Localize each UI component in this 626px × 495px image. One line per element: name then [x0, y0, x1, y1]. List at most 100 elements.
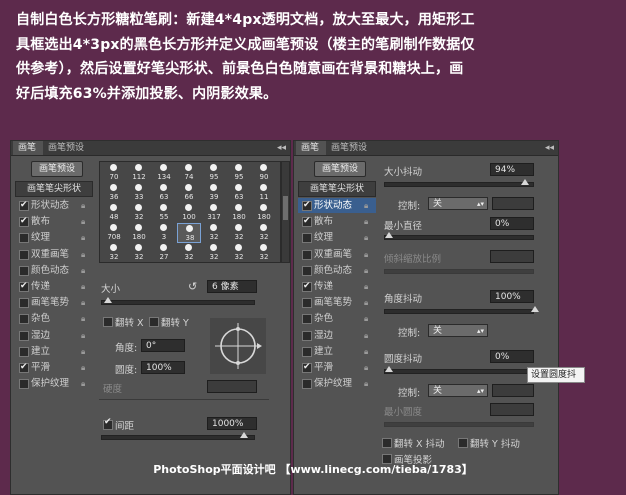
brush-tip-grid[interactable]: 70 112 134 74 95 95 90 36 33 63 66 39 63 11 48 32 55 100 3… [99, 161, 281, 263]
brush-option-item[interactable]: 双重画笔 🔒︎ [15, 247, 93, 262]
tab-brush-presets[interactable]: 画笔预设 [326, 141, 378, 155]
brush-tip-cell[interactable]: 32 [127, 203, 151, 223]
lock-icon[interactable]: 🔒︎ [81, 295, 85, 310]
lock-icon[interactable]: 🔒︎ [364, 279, 368, 294]
option-checkbox[interactable] [19, 233, 29, 244]
scroll-thumb[interactable] [283, 196, 288, 220]
lock-icon[interactable]: 🔒︎ [81, 311, 85, 326]
min-diameter-slider[interactable] [384, 232, 534, 240]
flip-y-jitter-checkbox[interactable] [458, 438, 468, 448]
option-checkbox[interactable] [19, 314, 29, 325]
option-checkbox[interactable]: ✔ [19, 281, 29, 292]
option-checkbox[interactable]: ✔ [302, 216, 312, 228]
lock-icon[interactable]: 🔒︎ [81, 230, 85, 245]
brush-tip-cell[interactable]: 32 [177, 243, 201, 262]
control-dropdown[interactable]: 关 ▴▾ [428, 324, 488, 337]
lock-icon[interactable]: 🔒︎ [364, 230, 368, 245]
brush-option-item[interactable]: 建立 🔒︎ [298, 344, 376, 359]
option-checkbox[interactable] [302, 330, 312, 341]
lock-icon[interactable]: 🔒︎ [81, 344, 85, 359]
brush-option-item[interactable]: 湿边 🔒︎ [15, 328, 93, 343]
spacing-field[interactable]: 1000% [207, 417, 257, 430]
option-checkbox[interactable] [302, 346, 312, 357]
brush-tip-cell[interactable]: 70 [102, 163, 126, 183]
brush-tip-cell[interactable]: 32 [202, 243, 226, 262]
size-jitter-slider[interactable] [384, 179, 534, 187]
roundness-jitter-field[interactable]: 0% [490, 350, 534, 363]
brush-tip-cell[interactable]: 32 [127, 243, 151, 262]
option-checkbox[interactable] [302, 233, 312, 244]
spacing-checkbox[interactable]: ✔ [103, 417, 113, 430]
brush-tip-cell[interactable]: 95 [227, 163, 251, 183]
brush-option-item[interactable]: ✔ 传递 🔒︎ [15, 279, 93, 294]
lock-icon[interactable]: 🔒︎ [364, 376, 368, 391]
size-jitter-field[interactable]: 94% [490, 163, 534, 176]
brush-option-item[interactable]: ✔ 散布 🔒︎ [15, 214, 93, 229]
brush-tip-cell[interactable]: 38 [177, 223, 201, 243]
option-checkbox[interactable] [302, 298, 312, 309]
brush-tip-cell[interactable]: 11 [252, 183, 276, 203]
lock-icon[interactable]: 🔒︎ [81, 279, 85, 294]
lock-icon[interactable]: 🔒︎ [364, 214, 368, 229]
tab-brush-presets[interactable]: 画笔预设 [43, 141, 95, 155]
lock-icon[interactable]: 🔒︎ [364, 311, 368, 326]
brush-option-item[interactable]: 双重画笔 🔒︎ [298, 247, 376, 262]
option-checkbox[interactable]: ✔ [19, 362, 29, 373]
brush-option-item[interactable]: ✔ 形状动态 🔒︎ [298, 198, 376, 213]
brush-option-item[interactable]: 保护纹理 🔒︎ [298, 376, 376, 391]
lock-icon[interactable]: 🔒︎ [364, 198, 368, 213]
brush-tip-cell[interactable]: 112 [127, 163, 151, 183]
roundness-field[interactable]: 100% [141, 361, 185, 374]
brush-tip-cell[interactable]: 63 [227, 183, 251, 203]
option-checkbox[interactable] [19, 298, 29, 309]
brush-tip-cell[interactable]: 317 [202, 203, 226, 223]
size-field[interactable]: 6 像素 [207, 280, 257, 293]
collapse-icon[interactable]: ◂◂ [277, 141, 286, 155]
brush-tip-cell[interactable]: 36 [102, 183, 126, 203]
brush-tip-cell[interactable]: 55 [152, 203, 176, 223]
brush-option-item[interactable]: ✔ 传递 🔒︎ [298, 279, 376, 294]
lock-icon[interactable]: 🔒︎ [81, 328, 85, 343]
lock-icon[interactable]: 🔒︎ [364, 328, 368, 343]
flip-x-jitter-checkbox[interactable] [382, 438, 392, 448]
brush-tip-cell[interactable]: 32 [102, 243, 126, 262]
tab-brush[interactable]: 画笔 [13, 141, 43, 155]
lock-icon[interactable]: 🔒︎ [364, 360, 368, 375]
brush-angle-preview[interactable] [210, 318, 266, 374]
lock-icon[interactable]: 🔒︎ [364, 344, 368, 359]
brush-option-item[interactable]: 颜色动态 🔒︎ [298, 263, 376, 278]
angle-field[interactable]: 0° [141, 339, 185, 352]
option-checkbox[interactable] [19, 330, 29, 341]
brush-tip-cell[interactable]: 90 [252, 163, 276, 183]
option-checkbox[interactable]: ✔ [19, 216, 29, 228]
brush-option-item[interactable]: 颜色动态 🔒︎ [15, 263, 93, 278]
lock-icon[interactable]: 🔒︎ [81, 198, 85, 213]
brush-tip-cell[interactable]: 27 [152, 243, 176, 262]
brush-tip-cell[interactable]: 180 [252, 203, 276, 223]
brush-option-item[interactable]: ✔ 平滑 🔒︎ [15, 360, 93, 375]
slider-knob[interactable] [385, 232, 393, 238]
brush-tip-cell[interactable]: 66 [177, 183, 201, 203]
option-checkbox[interactable] [302, 379, 312, 390]
option-checkbox[interactable]: ✔ [19, 200, 29, 211]
brush-tip-cell[interactable]: 48 [102, 203, 126, 223]
spacing-slider[interactable] [101, 432, 255, 440]
lock-icon[interactable]: 🔒︎ [81, 214, 85, 229]
brush-option-item[interactable]: ✔ 形状动态 🔒︎ [15, 198, 93, 213]
collapse-icon[interactable]: ◂◂ [545, 141, 554, 155]
lock-icon[interactable]: 🔒︎ [364, 295, 368, 310]
brush-option-item[interactable]: 杂色 🔒︎ [15, 311, 93, 326]
min-diameter-field[interactable]: 0% [490, 217, 534, 230]
lock-icon[interactable]: 🔒︎ [364, 247, 368, 262]
roundness-jitter-slider[interactable] [384, 366, 534, 374]
option-checkbox[interactable] [302, 249, 312, 260]
option-checkbox[interactable] [19, 379, 29, 390]
lock-icon[interactable]: 🔒︎ [81, 376, 85, 391]
brush-option-item[interactable]: 画笔笔势 🔒︎ [298, 295, 376, 310]
brush-tip-cell[interactable]: 134 [152, 163, 176, 183]
grid-scrollbar[interactable] [281, 161, 290, 263]
brush-tip-shape-option[interactable]: 画笔笔尖形状 [298, 181, 376, 197]
brush-tip-cell[interactable]: 100 [177, 203, 201, 223]
brush-presets-button[interactable]: 画笔预设 [314, 161, 366, 177]
option-checkbox[interactable] [19, 265, 29, 276]
